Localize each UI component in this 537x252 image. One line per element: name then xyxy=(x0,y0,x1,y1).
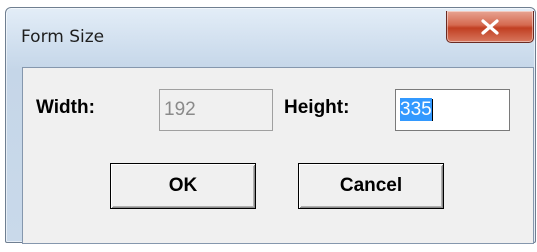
window-title: Form Size xyxy=(21,27,105,47)
text-caret xyxy=(431,98,433,121)
height-label: Height: xyxy=(284,97,350,118)
width-field[interactable]: 192 xyxy=(159,89,273,131)
height-field[interactable]: 335 xyxy=(395,89,510,131)
close-icon xyxy=(480,18,500,35)
height-value-selected: 335 xyxy=(400,98,432,121)
close-button[interactable] xyxy=(446,11,534,43)
cancel-button[interactable]: Cancel xyxy=(298,163,444,209)
ok-button[interactable]: OK xyxy=(110,163,256,209)
width-label: Width: xyxy=(36,97,95,118)
